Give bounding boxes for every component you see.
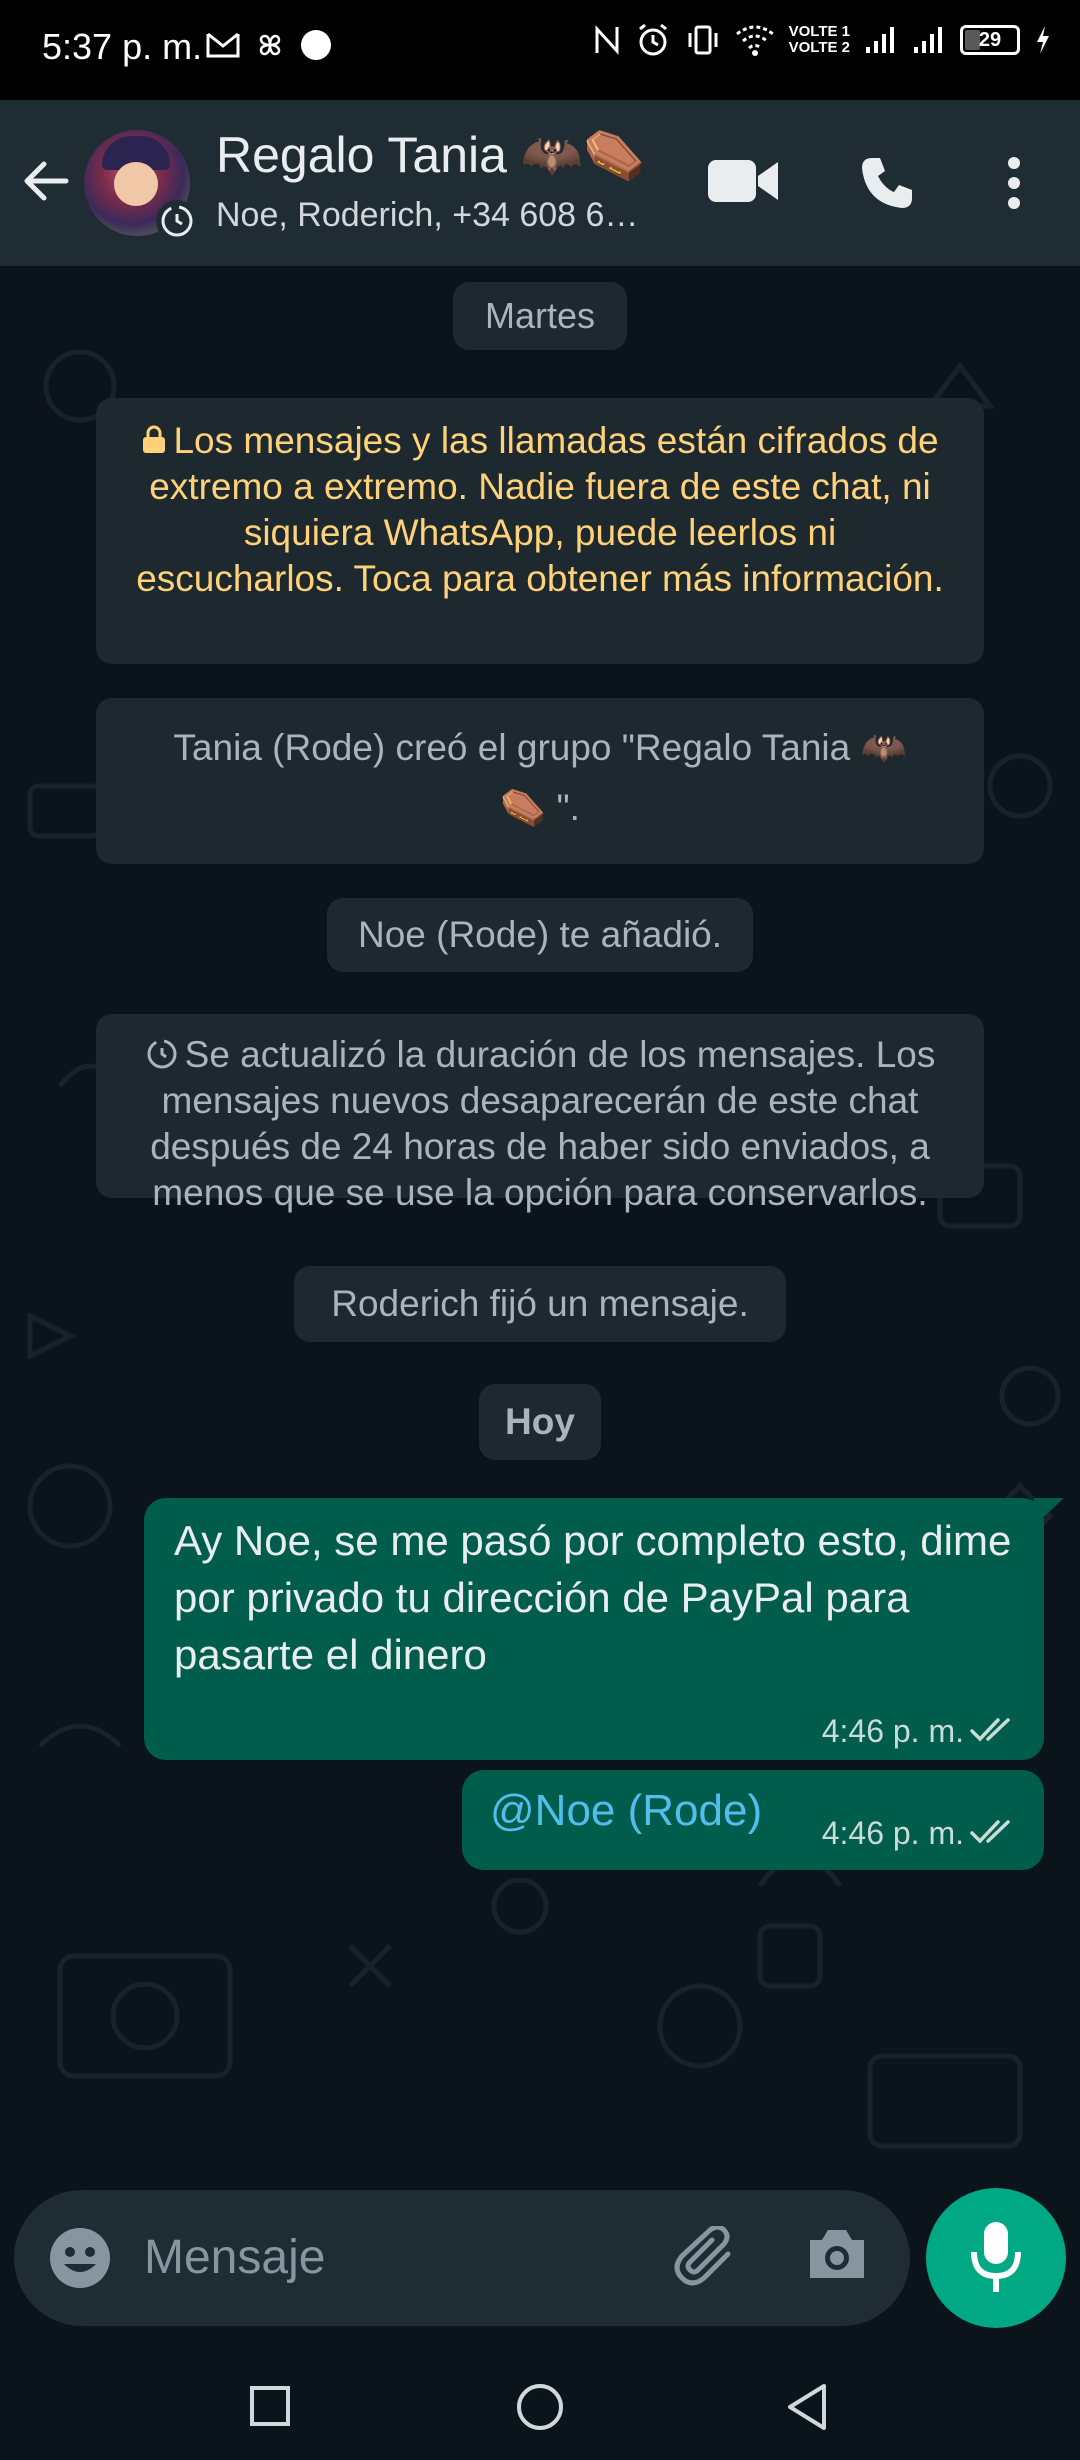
dot-icon — [301, 30, 331, 60]
disappearing-timer-icon — [156, 200, 198, 242]
date-separator-today: Hoy — [479, 1384, 601, 1460]
message-input[interactable]: Mensaje — [144, 2230, 325, 2285]
volte-indicator: VOLTE 1 VOLTE 2 — [789, 24, 850, 56]
more-vert-icon[interactable] — [1002, 156, 1026, 210]
microphone-icon — [971, 2222, 1021, 2292]
group-created-line1: Tania (Rode) creó el grupo "Regalo Tania… — [173, 727, 907, 768]
charging-icon — [1037, 26, 1049, 54]
nfc-icon — [595, 25, 619, 55]
disappearing-text: Se actualizó la duración de los mensajes… — [150, 1034, 936, 1213]
voice-message-button[interactable] — [926, 2188, 1066, 2328]
message-time: 4:46 p. m. — [821, 1713, 964, 1749]
double-check-icon — [970, 1820, 1010, 1844]
vibrate-icon — [688, 25, 718, 55]
disappearing-messages-notice[interactable]: Se actualizó la duración de los mensajes… — [96, 1014, 984, 1213]
attach-icon[interactable] — [674, 2226, 744, 2290]
home-nav-icon[interactable] — [515, 2382, 565, 2432]
disappearing-timer-icon — [147, 1039, 177, 1069]
group-created-notice: Tania (Rode) creó el grupo "Regalo Tania… — [96, 698, 984, 864]
avatar-face — [114, 162, 158, 206]
video-call-icon[interactable] — [706, 156, 780, 206]
outgoing-message[interactable]: @Noe (Rode) 4:46 p. m. — [462, 1770, 1044, 1870]
notification-icons — [205, 28, 333, 62]
outgoing-message[interactable]: Ay Noe, se me pasó por completo esto, di… — [144, 1498, 1044, 1760]
double-check-icon — [970, 1718, 1010, 1742]
message-time: 4:46 p. m. — [821, 1815, 964, 1851]
battery-level: 29 — [978, 29, 1002, 51]
encryption-text: Los mensajes y las llamadas están cifrad… — [136, 420, 944, 599]
back-arrow-icon[interactable] — [20, 155, 72, 207]
bubble-tail — [1034, 1498, 1064, 1526]
chat-header: Regalo Tania 🦇⚰️ Noe, Roderich, +34 608 … — [0, 100, 1080, 266]
signal-1-icon — [866, 27, 894, 53]
emoji-icon[interactable] — [48, 2226, 112, 2290]
chat-area[interactable]: Martes Los mensajes y las llamadas están… — [0, 266, 1080, 2191]
volte-2: VOLTE 2 — [788, 39, 850, 56]
chat-title[interactable]: Regalo Tania 🦇⚰️ — [216, 126, 645, 185]
gmail-icon — [206, 32, 240, 58]
encryption-notice[interactable]: Los mensajes y las llamadas están cifrad… — [96, 398, 984, 664]
message-text: Ay Noe, se me pasó por completo esto, di… — [174, 1517, 1012, 1678]
recents-nav-icon[interactable] — [248, 2384, 292, 2428]
voice-call-icon[interactable] — [858, 154, 916, 212]
status-time: 5:37 p. m. — [42, 26, 203, 67]
status-bar: 5:37 p. m. VOLTE 1 VOLTE 2 29 — [0, 0, 1080, 100]
back-nav-icon[interactable] — [784, 2382, 830, 2432]
pinned-notice: Roderich fijó un mensaje. — [294, 1266, 786, 1342]
camera-icon[interactable] — [806, 2226, 868, 2282]
volte-1: VOLTE 1 — [788, 23, 850, 40]
alarm-icon — [638, 23, 667, 56]
system-icons: VOLTE 1 VOLTE 2 29 — [593, 22, 1052, 58]
lock-icon — [143, 425, 166, 453]
battery-icon: 29 — [960, 25, 1020, 55]
group-created-line2: ⚰️ ". — [500, 787, 580, 828]
added-notice: Noe (Rode) te añadió. — [327, 898, 753, 972]
message-composer: Mensaje — [14, 2190, 910, 2326]
group-avatar[interactable] — [84, 130, 198, 242]
pinwheel-icon — [259, 34, 281, 56]
chat-participants[interactable]: Noe, Roderich, +34 608 6… — [216, 196, 638, 235]
signal-2-icon — [914, 27, 942, 53]
mention-link[interactable]: @Noe (Rode) — [490, 1786, 762, 1835]
wifi-icon — [735, 25, 774, 56]
date-separator-tuesday: Martes — [453, 282, 627, 350]
system-navigation-bar — [0, 2350, 1080, 2460]
